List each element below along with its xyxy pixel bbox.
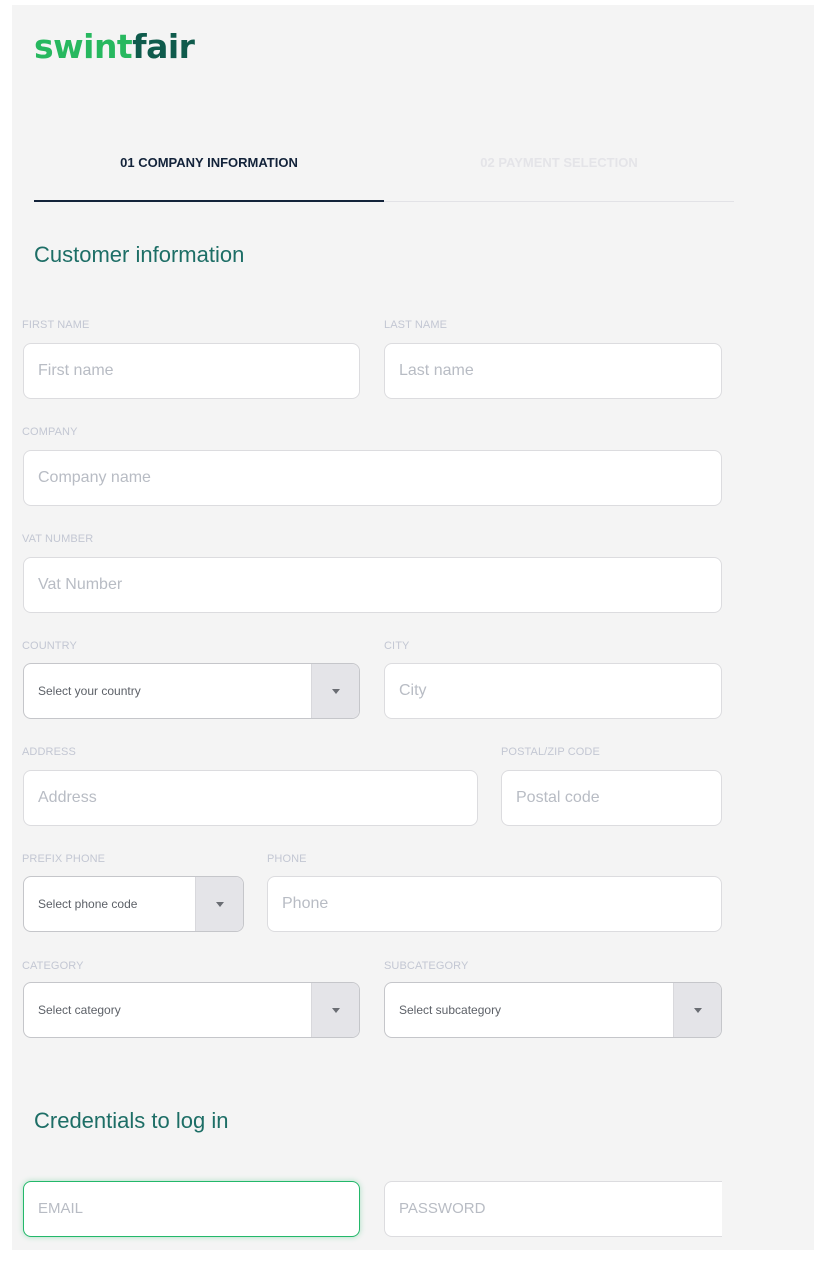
country-select-toggle[interactable] — [311, 664, 359, 718]
address-label: ADDRESS — [22, 746, 76, 758]
category-select-toggle[interactable] — [311, 983, 359, 1037]
phone-code-select-value: Select phone code — [38, 897, 138, 911]
city-label: CITY — [384, 640, 410, 652]
company-label: COMPANY — [22, 426, 78, 438]
last-name-label: LAST NAME — [384, 319, 448, 331]
postal-code-input[interactable]: Postal code — [501, 770, 722, 826]
category-label: CATEGORY — [22, 960, 84, 972]
step-payment-selection[interactable]: 02 PAYMENT SELECTION — [384, 155, 734, 170]
customer-information-heading: Customer information — [34, 242, 245, 267]
prefix-phone-label: PREFIX PHONE — [22, 853, 106, 865]
vat-number-input[interactable]: Vat Number — [23, 557, 722, 613]
caret-down-icon — [215, 902, 224, 907]
logo-part-fair: fair — [132, 27, 195, 66]
phone-label: PHONE — [267, 853, 307, 865]
country-label: COUNTRY — [22, 640, 77, 652]
vat-number-label: VAT NUMBER — [22, 533, 94, 545]
city-input[interactable]: City — [384, 663, 722, 719]
address-input[interactable]: Address — [23, 770, 478, 826]
caret-down-icon — [331, 1008, 340, 1013]
step-company-information[interactable]: 01 COMPANY INFORMATION — [34, 155, 384, 170]
country-select[interactable]: Select your country — [23, 663, 360, 719]
credentials-heading: Credentials to log in — [34, 1108, 229, 1133]
postal-code-label: POSTAL/ZIP CODE — [501, 746, 600, 758]
step-progress: 01 COMPANY INFORMATION 02 PAYMENT SELECT… — [34, 145, 734, 205]
first-name-input[interactable]: First name — [23, 343, 360, 399]
company-name-input[interactable]: Company name — [23, 450, 722, 506]
category-select-value: Select category — [38, 1003, 121, 1017]
caret-down-icon — [693, 1008, 702, 1013]
email-input[interactable]: EMAIL — [23, 1181, 360, 1237]
registration-page: swintfair 01 COMPANY INFORMATION 02 PAYM… — [12, 5, 814, 1250]
caret-down-icon — [331, 689, 340, 694]
swintfair-logo: swintfair — [34, 27, 195, 66]
subcategory-select-value: Select subcategory — [399, 1003, 502, 1017]
last-name-input[interactable]: Last name — [384, 343, 722, 399]
subcategory-label: SUBCATEGORY — [384, 960, 469, 972]
subcategory-select-toggle[interactable] — [673, 983, 721, 1037]
category-select[interactable]: Select category — [23, 982, 360, 1038]
subcategory-select[interactable]: Select subcategory — [384, 982, 722, 1038]
logo-part-swint: swint — [34, 27, 133, 66]
country-select-value: Select your country — [38, 684, 141, 698]
phone-code-select[interactable]: Select phone code — [23, 876, 244, 932]
phone-input[interactable]: Phone — [267, 876, 722, 932]
step-active-indicator — [34, 200, 384, 202]
first-name-label: FIRST NAME — [22, 319, 90, 331]
password-input[interactable]: PASSWORD — [384, 1181, 722, 1237]
phone-code-select-toggle[interactable] — [195, 877, 243, 931]
